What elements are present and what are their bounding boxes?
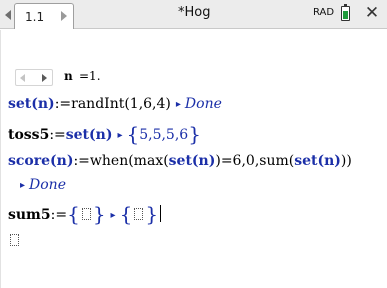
open-brace: {	[67, 202, 80, 226]
line1-result: Done	[184, 96, 222, 112]
close-brace: }	[145, 202, 159, 226]
line4-assign: :=	[50, 207, 68, 223]
line3-rhs-d: set(n)	[294, 153, 341, 169]
line3-rhs-a: when(max(	[89, 153, 169, 169]
open-brace: {	[119, 202, 133, 226]
result-arrow-icon: ▸	[175, 99, 181, 110]
next-page-arrow-icon[interactable]	[61, 11, 67, 21]
calc-line-3-result: ▸ Done	[20, 177, 66, 193]
close-icon[interactable]: ✕	[362, 3, 382, 23]
close-brace: }	[188, 122, 201, 146]
calc-line-5[interactable]	[8, 233, 21, 249]
battery-icon	[341, 4, 350, 21]
line2-assign: :=	[49, 127, 66, 143]
result-arrow-icon: ▸	[117, 130, 123, 141]
slider-variable: n	[64, 69, 73, 83]
line3-assign: :=	[73, 153, 90, 169]
line3-result: Done	[29, 177, 66, 193]
previous-page-arrow-icon[interactable]	[5, 10, 11, 20]
line2-result: 5,5,5,6	[139, 127, 189, 143]
line3-rhs-b: set(n)	[168, 153, 216, 169]
line4-lhs: sum5	[8, 207, 51, 223]
calc-line-3[interactable]: score(n):=when(max(set(n))=6,0,sum(set(n…	[8, 153, 352, 169]
slider-decrement-icon[interactable]	[20, 74, 25, 82]
line1-lhs: set(n)	[8, 96, 55, 112]
empty-entry-box[interactable]	[81, 208, 91, 220]
line1-rhs: randInt(1,6,4)	[71, 96, 171, 112]
top-bar: 1.1 *Hog RAD ✕	[0, 0, 387, 29]
left-divider	[0, 30, 1, 288]
document-title: *Hog	[178, 5, 211, 20]
slider-increment-icon[interactable]	[42, 74, 47, 82]
line1-assign: :=	[54, 96, 72, 112]
open-brace: {	[126, 122, 140, 146]
angle-mode-indicator: RAD	[313, 7, 335, 18]
slider-value: =1.	[79, 69, 101, 83]
line3-lhs: score(n)	[8, 153, 74, 169]
result-arrow-icon: ▸	[110, 210, 116, 221]
calc-line-1[interactable]: set(n):=randInt(1,6,4) ▸ Done	[8, 96, 222, 112]
battery-fill	[343, 11, 348, 19]
tab-label: 1.1	[25, 10, 45, 24]
line2-rhs: set(n)	[65, 127, 113, 143]
result-arrow-icon: ▸	[20, 180, 26, 191]
line3-rhs-e: ))	[340, 153, 352, 169]
close-brace: }	[92, 202, 106, 226]
tab-page[interactable]: 1.1	[14, 3, 74, 29]
empty-result-box	[134, 208, 144, 220]
calc-line-4[interactable]: sum5:={} ▸{}	[8, 202, 162, 226]
line2-lhs: toss5	[8, 127, 50, 143]
calc-line-2[interactable]: toss5:=set(n) ▸ {5,5,5,6}	[8, 122, 201, 146]
line3-rhs-c: )=6,0,sum(	[215, 153, 295, 169]
empty-entry-box[interactable]	[10, 234, 19, 246]
text-cursor	[160, 205, 162, 222]
